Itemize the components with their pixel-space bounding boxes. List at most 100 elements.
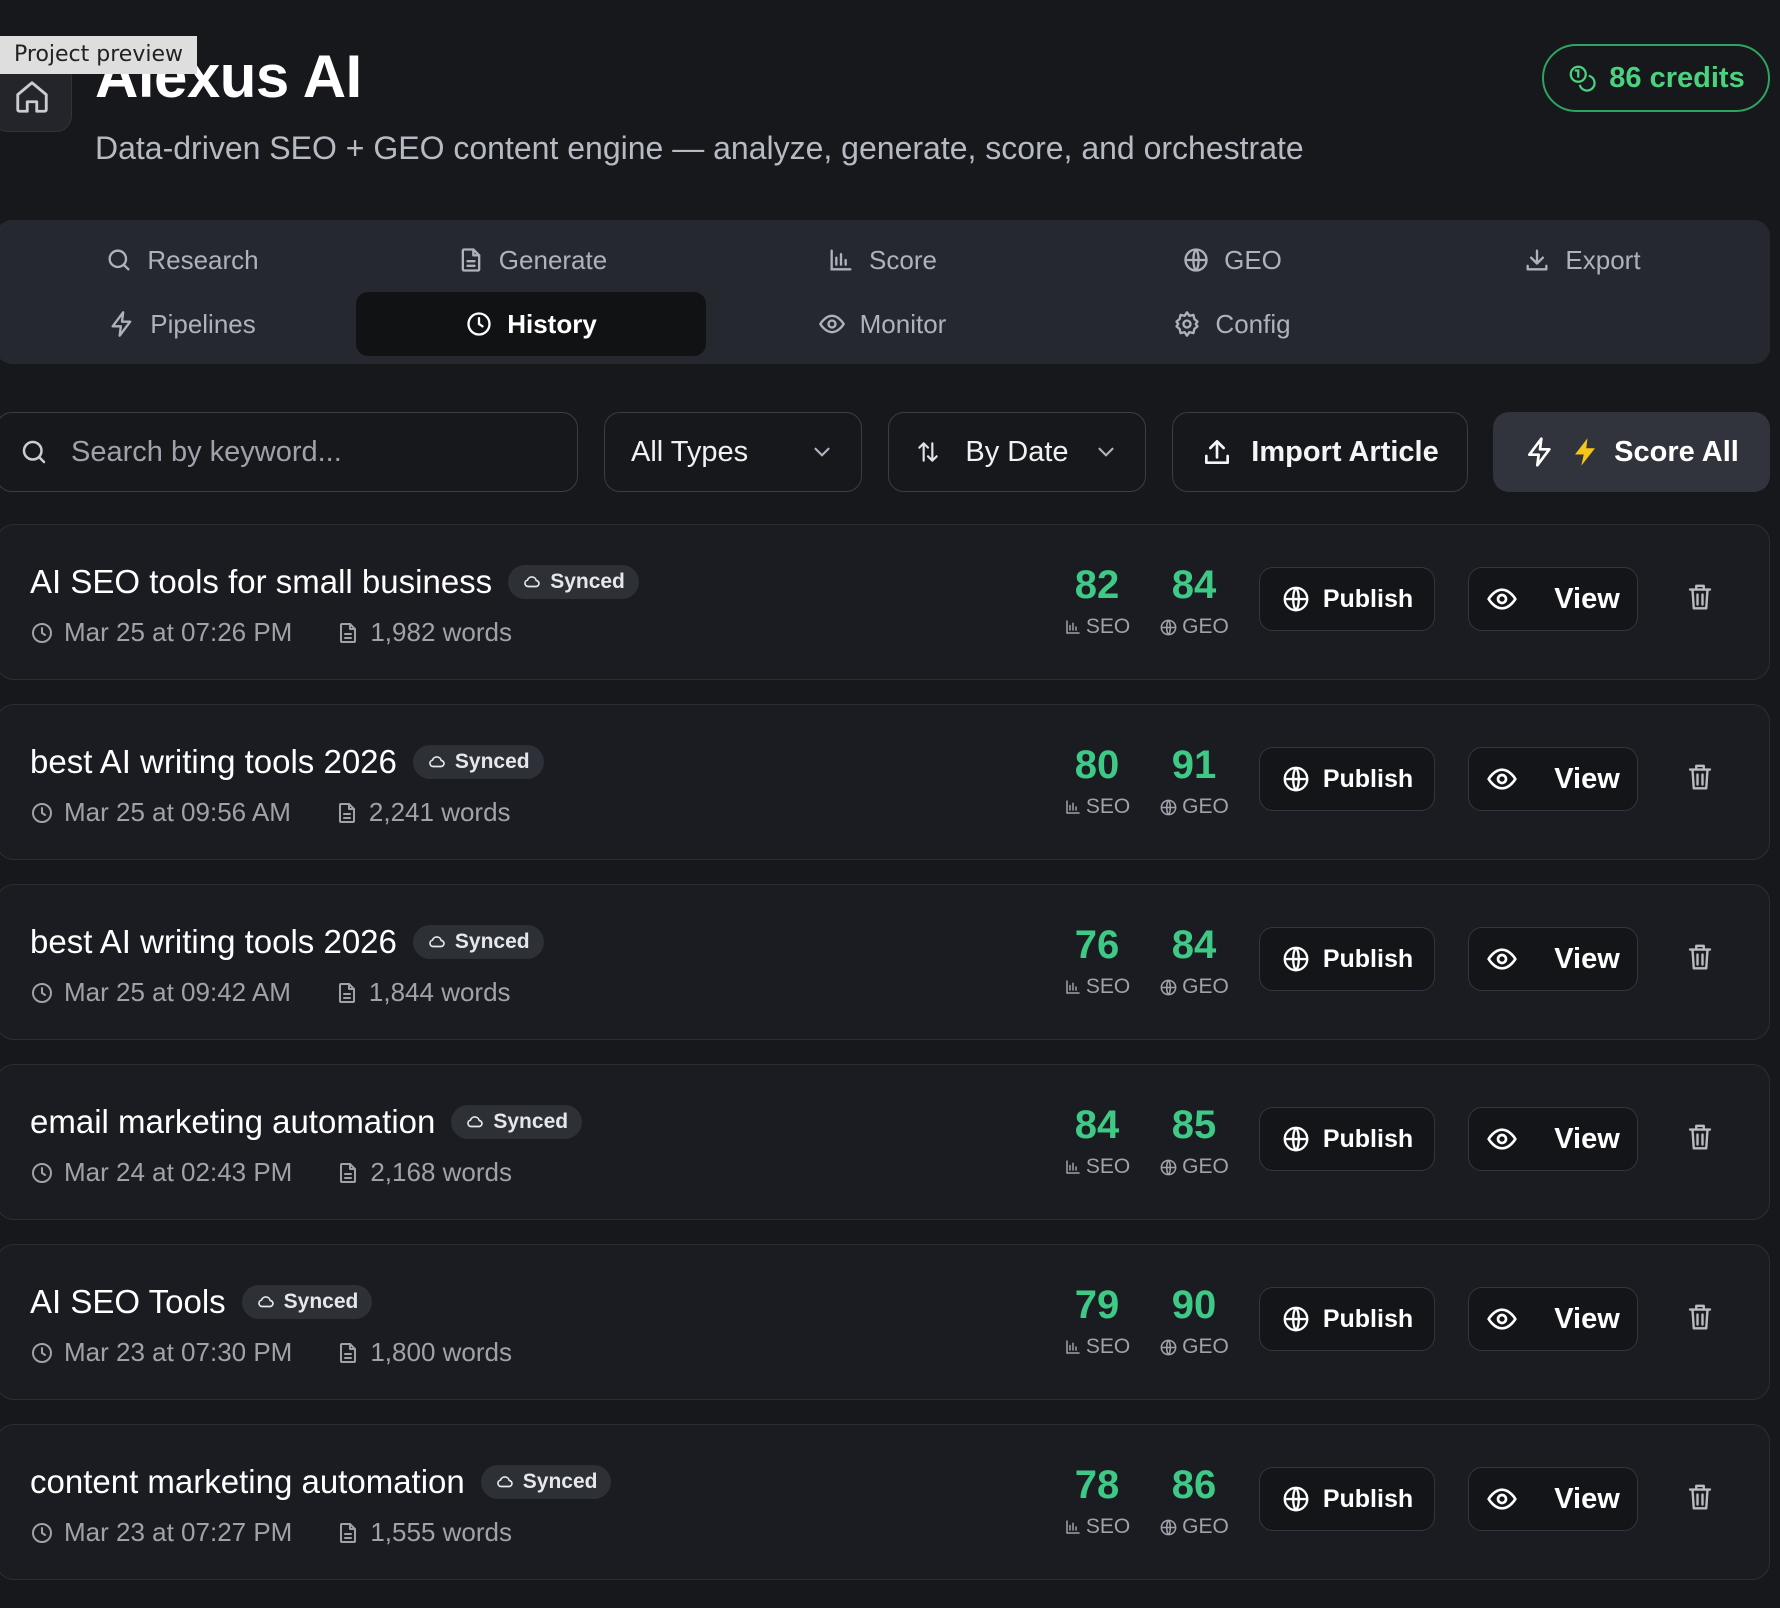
publish-button[interactable]: Publish xyxy=(1259,1107,1435,1171)
publish-button[interactable]: Publish xyxy=(1259,927,1435,991)
view-button[interactable]: View xyxy=(1468,1107,1638,1171)
search-box[interactable] xyxy=(0,412,578,492)
project-preview-label: Project preview xyxy=(0,36,197,74)
tab-score[interactable]: Score xyxy=(726,228,1038,292)
eye-icon xyxy=(1487,1308,1518,1330)
chevron-down-icon xyxy=(814,447,830,457)
type-filter-dropdown[interactable]: All Types xyxy=(604,412,862,492)
cloud-icon xyxy=(429,756,445,768)
article-keyword: AI SEO Tools xyxy=(30,1283,226,1320)
view-label: View xyxy=(1554,1302,1620,1335)
article-card[interactable]: AI SEO Tools Synced Mar 23 at 07:30 PM 1,80… xyxy=(0,1244,1770,1400)
sort-value: By Date xyxy=(965,435,1069,468)
article-word-count: 1,555 words xyxy=(370,1517,512,1547)
tab-label: Research xyxy=(147,244,259,275)
view-label: View xyxy=(1554,582,1620,615)
article-word-count: 1,844 words xyxy=(368,977,511,1007)
clock-icon xyxy=(32,1342,52,1363)
seo-label-text: SEO xyxy=(1085,615,1131,638)
globe-icon xyxy=(1283,766,1309,792)
import-article-label: Import Article xyxy=(1251,435,1439,468)
import-article-button[interactable]: Import Article xyxy=(1172,412,1468,492)
article-title-row: AI SEO Tools Synced xyxy=(30,1283,373,1321)
globe-icon xyxy=(1160,1159,1177,1175)
bar-chart-icon xyxy=(1066,1340,1080,1354)
tab-history[interactable]: History xyxy=(356,292,706,356)
geo-label-text: GEO xyxy=(1182,1335,1229,1358)
geo-score-label: GEO xyxy=(1149,1515,1239,1539)
geo-label-text: GEO xyxy=(1182,1155,1229,1178)
globe-icon xyxy=(1160,799,1177,815)
synced-badge: Synced xyxy=(412,745,544,779)
tab-geo[interactable]: GEO xyxy=(1076,228,1388,292)
lightning-icon xyxy=(111,311,132,337)
tab-export[interactable]: Export xyxy=(1426,228,1738,292)
main-nav: Research Generate Score GEO Export Pipel… xyxy=(0,220,1770,364)
geo-score-value: 84 xyxy=(1171,923,1217,967)
geo-score-value: 90 xyxy=(1171,1283,1217,1327)
tab-label: Score xyxy=(869,244,937,275)
sort-dropdown[interactable]: By Date xyxy=(888,412,1146,492)
geo-label-text: GEO xyxy=(1182,1515,1229,1538)
article-date: Mar 23 at 07:30 PM xyxy=(64,1337,293,1367)
geo-label-text: GEO xyxy=(1182,615,1229,638)
trash-icon[interactable] xyxy=(1685,941,1721,979)
globe-icon xyxy=(1283,1306,1309,1332)
trash-icon[interactable] xyxy=(1685,1481,1721,1519)
score-all-label: Score All xyxy=(1614,435,1739,468)
cloud-icon xyxy=(496,1476,513,1488)
tab-label: GEO xyxy=(1224,244,1282,275)
article-title-row: best AI writing tools 2026 Synced xyxy=(30,923,544,961)
search-input[interactable] xyxy=(71,435,531,469)
synced-label: Synced xyxy=(550,570,625,593)
geo-score: 86 GEO xyxy=(1149,1463,1239,1539)
view-button[interactable]: View xyxy=(1468,747,1638,811)
view-button[interactable]: View xyxy=(1468,927,1638,991)
search-icon xyxy=(22,440,46,464)
tab-research[interactable]: Research xyxy=(26,228,338,292)
seo-label-text: SEO xyxy=(1085,975,1131,998)
seo-score-value: 79 xyxy=(1074,1283,1120,1327)
chevron-down-icon xyxy=(1098,447,1114,457)
geo-score: 91 GEO xyxy=(1149,743,1239,819)
publish-button[interactable]: Publish xyxy=(1259,1467,1435,1531)
trash-icon[interactable] xyxy=(1685,1301,1721,1339)
clock-icon xyxy=(32,1162,52,1183)
document-icon xyxy=(338,802,355,823)
view-button[interactable]: View xyxy=(1468,567,1638,631)
publish-label: Publish xyxy=(1322,944,1414,973)
publish-button[interactable]: Publish xyxy=(1259,567,1435,631)
seo-score-label: SEO xyxy=(1052,1335,1142,1359)
article-card[interactable]: content marketing automation Synced Mar 23… xyxy=(0,1424,1770,1580)
trash-icon[interactable] xyxy=(1685,1121,1721,1159)
credits-badge[interactable]: 86 credits xyxy=(1542,44,1770,112)
article-card[interactable]: email marketing automation Synced Mar 24 a… xyxy=(0,1064,1770,1220)
publish-button[interactable]: Publish xyxy=(1259,1287,1435,1351)
app-subtitle: Data-driven SEO + GEO content engine — a… xyxy=(95,130,1304,166)
article-card[interactable]: best AI writing tools 2026 Synced Mar 25 a… xyxy=(0,884,1770,1040)
document-icon xyxy=(461,248,481,272)
score-all-button[interactable]: Score All xyxy=(1493,412,1770,492)
publish-button[interactable]: Publish xyxy=(1259,747,1435,811)
tab-config[interactable]: Config xyxy=(1076,292,1388,356)
tab-pipelines[interactable]: Pipelines xyxy=(26,292,338,356)
article-card[interactable]: best AI writing tools 2026 Synced Mar 25 a… xyxy=(0,704,1770,860)
view-button[interactable]: View xyxy=(1468,1467,1638,1531)
cloud-icon xyxy=(524,576,540,588)
article-card[interactable]: AI SEO tools for small business Synced Mar… xyxy=(0,524,1770,680)
geo-score-value: 91 xyxy=(1171,743,1217,787)
publish-label: Publish xyxy=(1322,1484,1414,1513)
article-keyword: best AI writing tools 2026 xyxy=(30,923,397,960)
seo-score: 82 SEO xyxy=(1052,563,1142,639)
trash-icon[interactable] xyxy=(1685,581,1721,619)
seo-score-value: 82 xyxy=(1074,563,1120,607)
view-button[interactable]: View xyxy=(1468,1287,1638,1351)
trash-icon[interactable] xyxy=(1685,761,1721,799)
tab-monitor[interactable]: Monitor xyxy=(726,292,1038,356)
document-icon xyxy=(338,982,355,1003)
article-keyword: best AI writing tools 2026 xyxy=(30,743,397,780)
article-title-row: content marketing automation Synced xyxy=(30,1463,612,1501)
sort-arrows-icon xyxy=(918,442,938,462)
tab-generate[interactable]: Generate xyxy=(376,228,688,292)
download-icon xyxy=(1526,249,1548,271)
